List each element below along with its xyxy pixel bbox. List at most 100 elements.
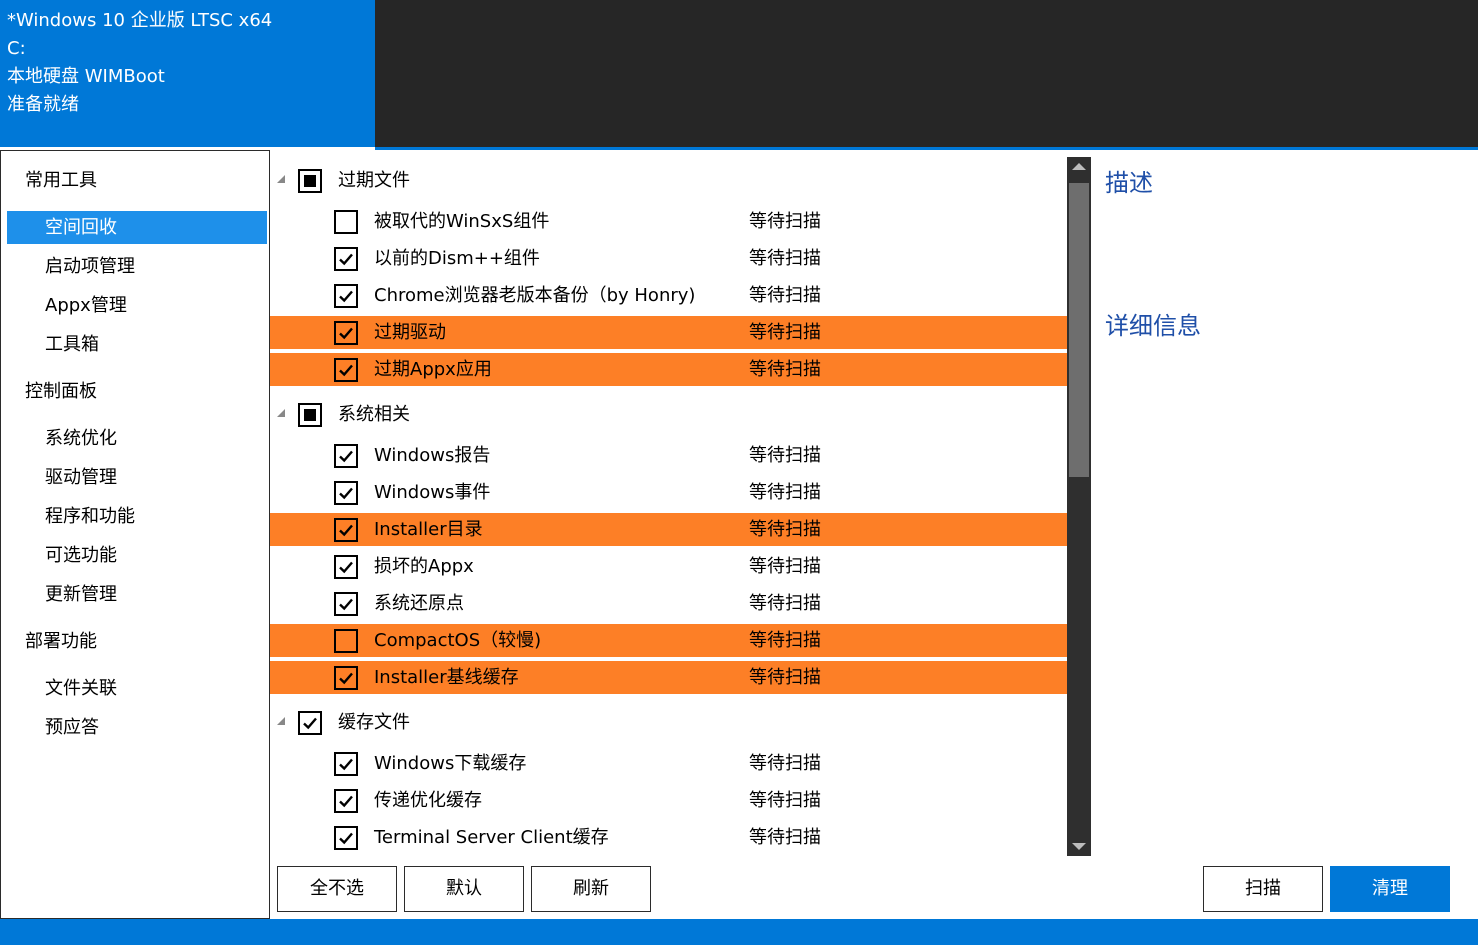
- scroll-thumb[interactable]: [1069, 183, 1089, 477]
- status-label: 准备就绪: [7, 94, 79, 115]
- item-checkbox[interactable]: [334, 284, 358, 308]
- item-label: 系统还原点: [374, 593, 464, 614]
- item-checkbox[interactable]: [334, 752, 358, 776]
- list-item[interactable]: Windows报告 等待扫描: [270, 439, 1067, 472]
- sidebar: 常用工具 空间回收 启动项管理 Appx管理 工具箱 控制面板 系统优化 驱动管…: [0, 150, 270, 919]
- checkmark-icon: [303, 717, 317, 730]
- checkmark-icon: [339, 524, 353, 537]
- list-item[interactable]: 传递优化缓存 等待扫描: [270, 784, 1067, 817]
- sidebar-item-startup[interactable]: 启动项管理: [7, 250, 267, 283]
- list-item[interactable]: Chrome浏览器老版本备份（by Honry) 等待扫描: [270, 279, 1067, 312]
- item-label: Installer目录: [374, 519, 483, 540]
- item-status: 等待扫描: [749, 482, 821, 503]
- list-item[interactable]: CompactOS（较慢) 等待扫描: [270, 624, 1067, 657]
- item-checkbox[interactable]: [334, 592, 358, 616]
- status-panel: *Windows 10 企业版 LTSC x64 C: 本地硬盘 WIMBoot…: [0, 0, 375, 147]
- scan-button[interactable]: 扫描: [1203, 866, 1323, 912]
- checkmark-icon: [339, 758, 353, 771]
- item-status: 等待扫描: [749, 630, 821, 651]
- item-label: CompactOS（较慢): [374, 630, 542, 651]
- category-checkbox[interactable]: [298, 169, 322, 193]
- sidebar-item-appx[interactable]: Appx管理: [7, 289, 267, 322]
- checkmark-icon: [339, 253, 353, 266]
- drive-label: C:: [7, 38, 26, 59]
- list-item[interactable]: 过期驱动 等待扫描: [270, 316, 1067, 349]
- expand-arrow-icon[interactable]: [277, 175, 285, 183]
- category-row[interactable]: 过期文件: [270, 162, 1067, 199]
- list-item[interactable]: Windows下载缓存 等待扫描: [270, 747, 1067, 780]
- sidebar-item-file-assoc[interactable]: 文件关联: [7, 672, 267, 705]
- item-checkbox[interactable]: [334, 444, 358, 468]
- category-row[interactable]: 系统相关: [270, 396, 1067, 433]
- sidebar-item-updates[interactable]: 更新管理: [7, 578, 267, 611]
- item-status: 等待扫描: [749, 445, 821, 466]
- sidebar-group-control-panel: 控制面板: [25, 381, 97, 402]
- list-item[interactable]: Terminal Server Client缓存 等待扫描: [270, 821, 1067, 854]
- os-label: *Windows 10 企业版 LTSC x64: [7, 10, 273, 31]
- item-status: 等待扫描: [749, 285, 821, 306]
- item-status: 等待扫描: [749, 211, 821, 232]
- expand-arrow-icon[interactable]: [277, 409, 285, 417]
- item-checkbox[interactable]: [334, 358, 358, 382]
- item-checkbox[interactable]: [334, 321, 358, 345]
- category-checkbox[interactable]: [298, 711, 322, 735]
- item-checkbox[interactable]: [334, 518, 358, 542]
- list-item[interactable]: 被取代的WinSxS组件 等待扫描: [270, 205, 1067, 238]
- category-row[interactable]: 缓存文件: [270, 704, 1067, 741]
- default-button[interactable]: 默认: [404, 866, 524, 912]
- checkmark-icon: [339, 795, 353, 808]
- sidebar-item-space-reclaim[interactable]: 空间回收: [7, 211, 267, 244]
- sidebar-item-toolbox[interactable]: 工具箱: [7, 328, 267, 361]
- expand-arrow-icon[interactable]: [277, 717, 285, 725]
- sidebar-item-optional-features[interactable]: 可选功能: [7, 539, 267, 572]
- item-checkbox[interactable]: [334, 629, 358, 653]
- item-checkbox[interactable]: [334, 481, 358, 505]
- item-checkbox[interactable]: [334, 826, 358, 850]
- item-status: 等待扫描: [749, 519, 821, 540]
- item-label: 过期Appx应用: [374, 359, 492, 380]
- sidebar-item-answer-file[interactable]: 预应答: [7, 711, 267, 744]
- checkmark-icon: [339, 598, 353, 611]
- item-checkbox[interactable]: [334, 247, 358, 271]
- item-label: Windows报告: [374, 445, 491, 466]
- checkmark-icon: [339, 561, 353, 574]
- list-item[interactable]: 过期Appx应用 等待扫描: [270, 353, 1067, 386]
- list-scrollbar[interactable]: [1067, 157, 1091, 856]
- item-status: 等待扫描: [749, 827, 821, 848]
- cleanup-list: 过期文件被取代的WinSxS组件 等待扫描 以前的Dism++组件 等待扫描 Chrom…: [270, 150, 1067, 856]
- clean-button[interactable]: 清理: [1330, 866, 1450, 912]
- list-item[interactable]: Windows事件 等待扫描: [270, 476, 1067, 509]
- category-label: 过期文件: [338, 170, 410, 191]
- checkmark-icon: [339, 832, 353, 845]
- item-label: Windows事件: [374, 482, 491, 503]
- refresh-button[interactable]: 刷新: [531, 866, 651, 912]
- sidebar-group-common-tools: 常用工具: [25, 170, 97, 191]
- list-item[interactable]: Installer目录 等待扫描: [270, 513, 1067, 546]
- item-checkbox[interactable]: [334, 210, 358, 234]
- item-status: 等待扫描: [749, 753, 821, 774]
- item-checkbox[interactable]: [334, 666, 358, 690]
- header-dark-area: [375, 0, 1478, 147]
- item-checkbox[interactable]: [334, 555, 358, 579]
- item-status: 等待扫描: [749, 248, 821, 269]
- item-status: 等待扫描: [749, 359, 821, 380]
- checkmark-icon: [339, 364, 353, 377]
- list-item[interactable]: Installer基线缓存 等待扫描: [270, 661, 1067, 694]
- category-label: 系统相关: [338, 404, 410, 425]
- item-checkbox[interactable]: [334, 789, 358, 813]
- item-label: Windows下载缓存: [374, 753, 527, 774]
- sidebar-item-optimize[interactable]: 系统优化: [7, 422, 267, 455]
- checkmark-icon: [339, 327, 353, 340]
- list-item[interactable]: 系统还原点 等待扫描: [270, 587, 1067, 620]
- category-checkbox[interactable]: [298, 403, 322, 427]
- scroll-up-icon[interactable]: [1072, 163, 1086, 170]
- category-label: 缓存文件: [338, 712, 410, 733]
- scroll-down-icon[interactable]: [1072, 843, 1086, 850]
- sidebar-item-drivers[interactable]: 驱动管理: [7, 461, 267, 494]
- list-item[interactable]: 损坏的Appx 等待扫描: [270, 550, 1067, 583]
- deselect-all-button[interactable]: 全不选: [277, 866, 397, 912]
- sidebar-item-programs[interactable]: 程序和功能: [7, 500, 267, 533]
- list-item[interactable]: 以前的Dism++组件 等待扫描: [270, 242, 1067, 275]
- checkmark-icon: [339, 290, 353, 303]
- checkmark-icon: [339, 487, 353, 500]
